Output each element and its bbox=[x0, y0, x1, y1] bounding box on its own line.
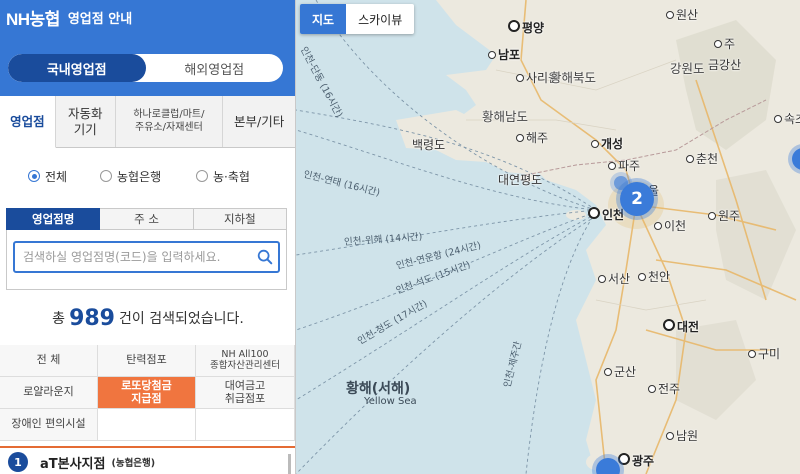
search-input[interactable] bbox=[15, 243, 278, 271]
search-tabs: 영업점명 주 소 지하철 bbox=[6, 208, 287, 230]
service-all100-center[interactable]: NH All100 종합자산관리센터 bbox=[196, 345, 295, 377]
map-label-gunsan: 군산 bbox=[604, 363, 636, 380]
filter-all-label: 전체 bbox=[45, 169, 68, 184]
branch-panel: NH농협 영업점 안내 국내영업점 해외영업점 영업점 자동화 기기 하나로클럽… bbox=[0, 0, 296, 474]
result-prefix: 총 bbox=[52, 311, 66, 327]
map-label-yeonpyeong: 대연평도 bbox=[498, 173, 543, 187]
service-royal-lounge[interactable]: 로얄라운지 bbox=[0, 377, 98, 409]
search-box: 영업점명 주 소 지하철 bbox=[6, 208, 287, 290]
radio-unchecked-icon bbox=[196, 170, 208, 182]
filter-nh-bank-label: 농협은행 bbox=[117, 169, 162, 184]
filter-cooperative-label: 농·축협 bbox=[213, 169, 250, 184]
map-label-haeju: 해주 bbox=[516, 129, 548, 146]
category-tabs: 영업점 자동화 기기 하나로클럽/마트/ 주유소/자재센터 본부/기타 bbox=[0, 96, 295, 148]
map-label-namwon: 남원 bbox=[666, 427, 698, 444]
tab-branch-label: 영업점 bbox=[10, 113, 45, 129]
tab-hanaro-label: 하나로클럽/마트/ 주유소/자재센터 bbox=[133, 109, 205, 133]
service-empty-cell bbox=[98, 409, 196, 441]
service-grid-row: 전 체 탄력점포 NH All100 종합자산관리센터 bbox=[0, 345, 295, 377]
tab-atm[interactable]: 자동화 기기 bbox=[56, 96, 116, 147]
map-label-nampo: 남포 bbox=[488, 46, 520, 63]
filter-all[interactable]: 전체 bbox=[28, 168, 100, 185]
map-label-hwanghae-north: 황해북도 bbox=[550, 70, 597, 85]
list-item-type: (농협은행) bbox=[111, 458, 156, 469]
map-label-cheonan: 천안 bbox=[638, 268, 670, 285]
brand-logo[interactable]: NH농협 bbox=[6, 5, 60, 30]
map-label-gwangju: 광주 bbox=[618, 452, 654, 469]
map-label-ju: 주 bbox=[714, 35, 735, 52]
map-label-incheon: 인천 bbox=[588, 206, 624, 223]
service-lotto-payout[interactable]: 로또당첨금 지급점 bbox=[98, 377, 196, 409]
map-label-pyongyang: 평양 bbox=[508, 19, 544, 36]
map-marker[interactable] bbox=[614, 176, 628, 190]
service-safe-deposit[interactable]: 대여금고 취급점포 bbox=[196, 377, 295, 409]
radio-unchecked-icon bbox=[100, 170, 112, 182]
overseas-branch-button[interactable]: 해외영업점 bbox=[146, 54, 284, 82]
map-label-wonsan: 원산 bbox=[666, 6, 698, 23]
map-sea-name-en: Yellow Sea bbox=[364, 396, 417, 407]
result-count: 989 bbox=[69, 306, 115, 331]
map-label-daejeon: 대전 bbox=[663, 318, 699, 335]
map-label-paju: 파주 bbox=[608, 157, 640, 174]
radio-checked-icon bbox=[28, 170, 40, 182]
map-mode-button[interactable]: 지도 bbox=[300, 4, 347, 34]
service-filter-grid: 전 체 탄력점포 NH All100 종합자산관리센터 로얄라운지 로또당첨금 … bbox=[0, 345, 295, 441]
tab-hq-etc[interactable]: 본부/기타 bbox=[223, 96, 295, 147]
tab-hanaro[interactable]: 하나로클럽/마트/ 주유소/자재센터 bbox=[116, 96, 224, 147]
panel-title: 영업점 안내 bbox=[67, 11, 133, 27]
service-accessibility[interactable]: 장애인 편의시설 bbox=[0, 409, 98, 441]
filter-nh-bank[interactable]: 농협은행 bbox=[100, 168, 196, 185]
result-summary: 총 989 건이 검색되었습니다. bbox=[0, 306, 295, 331]
search-tab-branch-name[interactable]: 영업점명 bbox=[6, 208, 101, 230]
tab-branch[interactable]: 영업점 bbox=[0, 96, 56, 148]
map-label-chuncheon: 춘천 bbox=[686, 150, 718, 167]
filter-cooperative[interactable]: 농·축협 bbox=[196, 168, 250, 185]
map-label-geumgang: 금강산 bbox=[708, 58, 742, 72]
region-toggle-area: 국내영업점 해외영업점 bbox=[0, 34, 295, 96]
service-grid-row: 로얄라운지 로또당첨금 지급점 대여금고 취급점포 bbox=[0, 377, 295, 409]
service-grid-row: 장애인 편의시설 bbox=[0, 409, 295, 441]
bank-filter: 전체 농협은행 농·축협 bbox=[0, 148, 295, 204]
list-item-name[interactable]: aT본사지점 bbox=[40, 453, 105, 472]
map-label-icheon: 이천 bbox=[654, 217, 686, 234]
tab-atm-label: 자동화 기기 bbox=[67, 105, 103, 137]
result-suffix: 건이 검색되었습니다. bbox=[119, 311, 244, 327]
search-body bbox=[6, 230, 287, 290]
search-field bbox=[13, 241, 280, 273]
search-icon[interactable] bbox=[256, 248, 274, 266]
map-label-gangwon: 강원도 bbox=[670, 61, 705, 76]
map-label-hwanghae-south: 황해남도 bbox=[482, 109, 529, 124]
map-label-wonju: 원주 bbox=[708, 207, 740, 224]
map-view[interactable]: 지도 스카이뷰 평양 남포 사리원 황해북도 황해남도 해주 개성 백령도 파주… bbox=[296, 0, 800, 474]
map-label-kaesong: 개성 bbox=[591, 135, 623, 152]
domestic-branch-button[interactable]: 국내영업점 bbox=[8, 54, 146, 82]
map-type-switch: 지도 스카이뷰 bbox=[300, 4, 415, 34]
map-label-sokcho: 속초 bbox=[774, 110, 800, 127]
service-all[interactable]: 전 체 bbox=[0, 345, 98, 377]
search-tab-subway[interactable]: 지하철 bbox=[193, 208, 287, 230]
list-scrollbar[interactable] bbox=[288, 454, 291, 474]
branch-list-item[interactable]: 1 aT본사지점 (농협은행) bbox=[0, 446, 295, 474]
tab-hq-etc-label: 본부/기타 bbox=[234, 113, 285, 129]
region-toggle: 국내영업점 해외영업점 bbox=[8, 54, 283, 82]
map-label-seosan: 서산 bbox=[598, 270, 630, 287]
map-sea-name: 황해(서해) bbox=[346, 381, 411, 397]
search-tab-address[interactable]: 주 소 bbox=[100, 208, 194, 230]
service-flexible-branch[interactable]: 탄력점포 bbox=[98, 345, 196, 377]
panel-header: NH농협 영업점 안내 bbox=[0, 0, 295, 34]
map-label-jeonju: 전주 bbox=[648, 380, 680, 397]
map-label-baengnyeong: 백령도 bbox=[412, 138, 446, 152]
map-label-gumi: 구미 bbox=[748, 345, 780, 362]
list-item-number: 1 bbox=[8, 452, 28, 472]
service-empty-cell bbox=[196, 409, 295, 441]
skyview-mode-button[interactable]: 스카이뷰 bbox=[346, 4, 414, 34]
